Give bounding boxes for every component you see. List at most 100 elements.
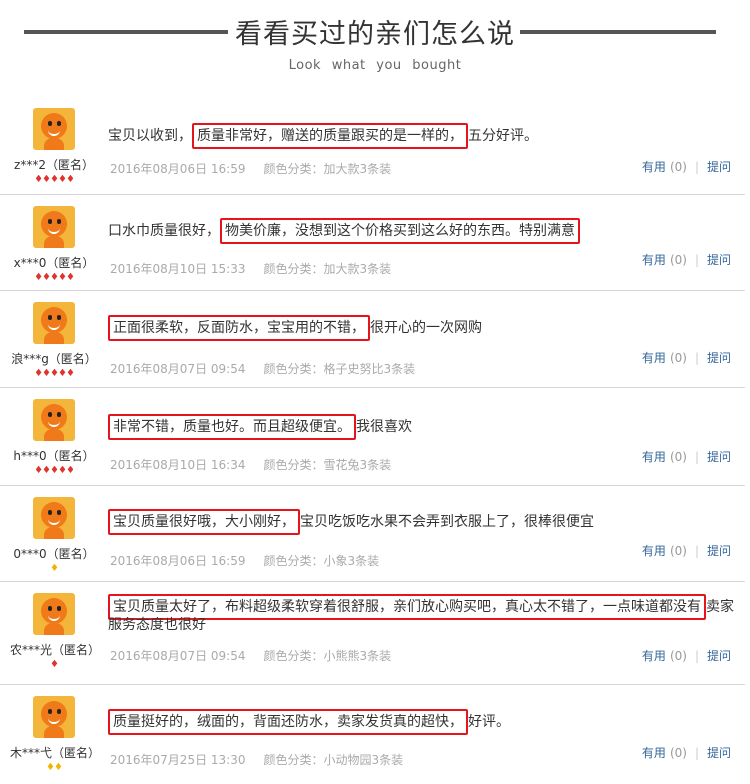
sku-spec: 颜色分类：小熊熊3条装 <box>263 649 392 663</box>
useful-count: (0) <box>669 746 687 760</box>
buyer-level-icon: ♦ <box>50 563 59 574</box>
useful-button[interactable]: 有用 <box>642 450 666 464</box>
highlight-box: 物美价廉，没想到这个价格买到这么好的东西。特别满意 <box>220 218 580 244</box>
reviewer: 木***弋（匿名） ♦♦ <box>10 696 101 774</box>
sku-spec: 颜色分类：加大款3条装 <box>263 262 392 276</box>
review-item: 农***光（匿名） ♦ 宝贝质量太好了，布料超级柔软穿着很舒服，亲们放心购买吧，… <box>0 581 745 685</box>
review-date: 2016年08月07日 09:54 <box>110 649 246 663</box>
review-meta: 2016年08月10日 16:34 颜色分类：雪花兔3条装 <box>110 456 391 473</box>
header-divider-right <box>520 30 716 34</box>
review-text: 宝贝质量很好哦，大小刚好， 宝贝吃饭吃水果不会弄到衣服上了，很棒很便宜 <box>108 509 742 535</box>
avatar <box>33 206 75 248</box>
avatar <box>33 593 75 635</box>
useful-count: (0) <box>669 450 687 464</box>
review-actions: 有用 (0) | 提问 <box>641 351 731 365</box>
useful-count: (0) <box>669 351 687 365</box>
reviewer-name: h***0（匿名） <box>13 449 95 463</box>
buyer-level-icon: ♦♦♦♦♦ <box>34 272 75 283</box>
avatar <box>33 108 75 150</box>
buyer-level-icon: ♦♦ <box>46 762 63 773</box>
useful-button[interactable]: 有用 <box>642 351 666 365</box>
reviewer: h***0（匿名） ♦♦♦♦♦ <box>10 399 98 477</box>
highlight-box: 非常不错，质量也好。而且超级便宜。 <box>108 414 356 440</box>
avatar <box>33 497 75 539</box>
review-date: 2016年07月25日 13:30 <box>110 753 246 767</box>
useful-count: (0) <box>669 160 687 174</box>
review-meta: 2016年08月06日 16:59 颜色分类：加大款3条装 <box>110 160 391 177</box>
sku-spec: 颜色分类：雪花兔3条装 <box>263 458 392 472</box>
section-header: 看看买过的亲们怎么说 Look what you bought <box>0 0 750 90</box>
review-meta: 2016年08月07日 09:54 颜色分类：格子史努比3条装 <box>110 360 415 377</box>
review-actions: 有用 (0) | 提问 <box>641 544 731 558</box>
sku-spec: 颜色分类：小动物园3条装 <box>263 753 404 767</box>
review-item: h***0（匿名） ♦♦♦♦♦ 非常不错，质量也好。而且超级便宜。 我很喜欢 20… <box>0 387 745 486</box>
review-actions: 有用 (0) | 提问 <box>641 649 731 663</box>
buyer-level-icon: ♦ <box>50 659 59 670</box>
reviewer: 浪***g（匿名） ♦♦♦♦♦ <box>10 302 98 380</box>
useful-count: (0) <box>669 544 687 558</box>
review-text: 质量挺好的，绒面的，背面还防水，卖家发货真的超快， 好评。 <box>108 709 742 735</box>
review-actions: 有用 (0) | 提问 <box>641 450 731 464</box>
reviewer-name: x***0（匿名） <box>13 256 95 270</box>
highlight-box: 质量非常好，赠送的质量跟买的是一样的， <box>192 123 468 149</box>
highlight-box: 宝贝质量很好哦，大小刚好， <box>108 509 300 535</box>
highlight-box: 正面很柔软，反面防水，宝宝用的不错， <box>108 315 370 341</box>
review-text: 宝贝以收到， 质量非常好，赠送的质量跟买的是一样的， 五分好评。 <box>108 123 742 149</box>
review-actions: 有用 (0) | 提问 <box>641 253 731 267</box>
review-text: 非常不错，质量也好。而且超级便宜。 我很喜欢 <box>108 414 742 440</box>
review-meta: 2016年08月06日 16:59 颜色分类：小象3条装 <box>110 552 379 569</box>
review-item: z***2（匿名） ♦♦♦♦♦ 宝贝以收到， 质量非常好，赠送的质量跟买的是一样的… <box>0 96 745 195</box>
review-date: 2016年08月06日 16:59 <box>110 162 246 176</box>
sku-spec: 颜色分类：格子史努比3条装 <box>263 362 416 376</box>
ask-button[interactable]: 提问 <box>707 253 731 267</box>
sku-spec: 颜色分类：小象3条装 <box>263 554 380 568</box>
buyer-level-icon: ♦♦♦♦♦ <box>34 465 75 476</box>
reviewer: z***2（匿名） ♦♦♦♦♦ <box>10 108 98 186</box>
review-item: 浪***g（匿名） ♦♦♦♦♦ 正面很柔软，反面防水，宝宝用的不错， 很开心的一次… <box>0 290 745 388</box>
review-text: 口水巾质量很好， 物美价廉，没想到这个价格买到这么好的东西。特别满意 <box>108 218 742 244</box>
ask-button[interactable]: 提问 <box>707 544 731 558</box>
useful-button[interactable]: 有用 <box>642 746 666 760</box>
review-actions: 有用 (0) | 提问 <box>641 746 731 760</box>
reviewer-name: 0***0（匿名） <box>13 547 95 561</box>
review-item: x***0（匿名） ♦♦♦♦♦ 口水巾质量很好， 物美价廉，没想到这个价格买到这么… <box>0 194 745 291</box>
reviewer: 农***光（匿名） ♦ <box>10 593 101 671</box>
buyer-level-icon: ♦♦♦♦♦ <box>34 174 75 185</box>
review-item: 木***弋（匿名） ♦♦ 质量挺好的，绒面的，背面还防水，卖家发货真的超快， 好评… <box>0 684 745 783</box>
useful-count: (0) <box>669 253 687 267</box>
review-date: 2016年08月06日 16:59 <box>110 554 246 568</box>
review-meta: 2016年08月07日 09:54 颜色分类：小熊熊3条装 <box>110 647 391 664</box>
highlight-box: 质量挺好的，绒面的，背面还防水，卖家发货真的超快， <box>108 709 468 735</box>
useful-button[interactable]: 有用 <box>642 253 666 267</box>
buyer-level-icon: ♦♦♦♦♦ <box>34 368 75 379</box>
review-date: 2016年08月10日 16:34 <box>110 458 246 472</box>
reviewer-name: 农***光（匿名） <box>10 643 101 657</box>
review-date: 2016年08月07日 09:54 <box>110 362 246 376</box>
ask-button[interactable]: 提问 <box>707 351 731 365</box>
ask-button[interactable]: 提问 <box>707 450 731 464</box>
ask-button[interactable]: 提问 <box>707 746 731 760</box>
useful-count: (0) <box>669 649 687 663</box>
useful-button[interactable]: 有用 <box>642 160 666 174</box>
sku-spec: 颜色分类：加大款3条装 <box>263 162 392 176</box>
review-date: 2016年08月10日 15:33 <box>110 262 246 276</box>
reviewer: 0***0（匿名） ♦ <box>10 497 98 575</box>
reviewer-name: z***2（匿名） <box>14 158 94 172</box>
reviewer-name: 木***弋（匿名） <box>10 746 101 760</box>
review-actions: 有用 (0) | 提问 <box>641 160 731 174</box>
avatar <box>33 399 75 441</box>
ask-button[interactable]: 提问 <box>707 160 731 174</box>
review-text: 宝贝质量太好了，布料超级柔软穿着很舒服，亲们放心购买吧，真心太不错了，一点味道都… <box>108 594 742 634</box>
review-meta: 2016年07月25日 13:30 颜色分类：小动物园3条装 <box>110 751 403 768</box>
review-meta: 2016年08月10日 15:33 颜色分类：加大款3条装 <box>110 260 391 277</box>
review-text: 正面很柔软，反面防水，宝宝用的不错， 很开心的一次网购 <box>108 315 742 341</box>
useful-button[interactable]: 有用 <box>642 544 666 558</box>
ask-button[interactable]: 提问 <box>707 649 731 663</box>
review-item: 0***0（匿名） ♦ 宝贝质量很好哦，大小刚好， 宝贝吃饭吃水果不会弄到衣服上了… <box>0 485 745 582</box>
reviewer: x***0（匿名） ♦♦♦♦♦ <box>10 206 98 284</box>
avatar <box>33 696 75 738</box>
avatar <box>33 302 75 344</box>
section-subtitle: Look what you bought <box>288 58 462 73</box>
useful-button[interactable]: 有用 <box>642 649 666 663</box>
reviewer-name: 浪***g（匿名） <box>11 352 97 366</box>
